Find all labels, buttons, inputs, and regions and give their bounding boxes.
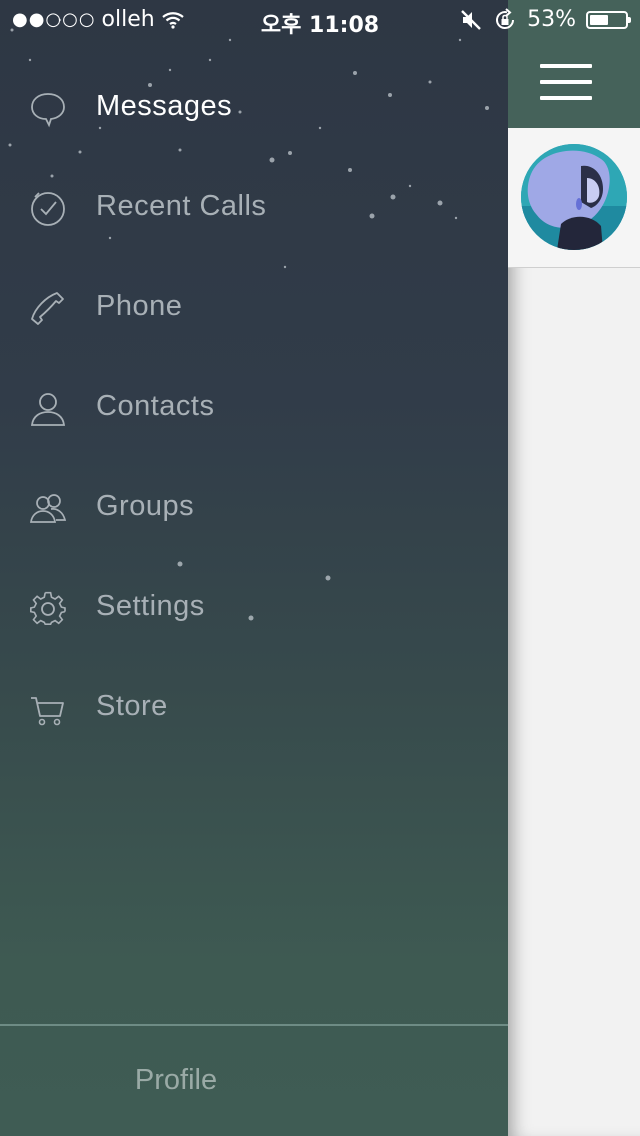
gear-icon xyxy=(29,591,66,626)
phone-icon xyxy=(31,292,64,325)
menu-item-label: Groups xyxy=(96,490,195,522)
menu-item-label: Settings xyxy=(96,590,205,622)
conversation-row[interactable] xyxy=(508,128,640,268)
menu-item-label: Messages xyxy=(96,90,233,122)
avatar xyxy=(521,144,627,250)
menu-item-store[interactable]: Store xyxy=(0,658,508,758)
battery-percent: 53% xyxy=(527,7,576,32)
mute-icon xyxy=(461,9,481,30)
status-bar: ●●○○○ olleh 오후 11:08 53% xyxy=(0,0,640,40)
menu-item-label: Phone xyxy=(96,290,183,322)
battery-icon xyxy=(586,10,631,29)
navigation-drawer: Messages Recent Calls Phone Contacts Gro… xyxy=(0,0,508,1136)
menu-item-contacts[interactable]: Contacts xyxy=(0,358,508,458)
menu-item-label: Contacts xyxy=(96,390,215,422)
profile-label: Profile xyxy=(134,1064,218,1096)
battery-level-fill xyxy=(590,14,608,25)
hamburger-menu-icon[interactable] xyxy=(540,64,592,102)
menu-item-phone[interactable]: Phone xyxy=(0,258,508,358)
menu-item-groups[interactable]: Groups xyxy=(0,458,508,558)
profile-button[interactable]: Profile xyxy=(0,1024,508,1136)
group-icon xyxy=(30,494,67,523)
menu-item-label: Store xyxy=(96,690,168,722)
cart-icon xyxy=(31,697,64,726)
clock-icon xyxy=(31,192,65,226)
speech-bubble-icon xyxy=(31,93,65,128)
menu-item-messages[interactable]: Messages xyxy=(0,58,508,158)
menu-item-label: Recent Calls xyxy=(96,190,267,222)
person-icon xyxy=(30,393,66,426)
menu-item-recent-calls[interactable]: Recent Calls xyxy=(0,158,508,258)
menu-item-settings[interactable]: Settings xyxy=(0,558,508,658)
main-content xyxy=(508,0,640,1136)
menu-list: Messages Recent Calls Phone Contacts Gro… xyxy=(0,58,508,758)
rotation-lock-icon xyxy=(496,7,515,29)
